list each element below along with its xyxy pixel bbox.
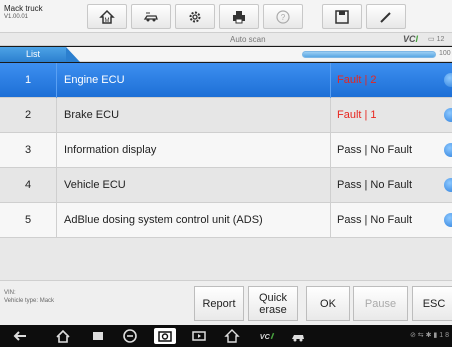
quick-erase-button[interactable]: Quick erase xyxy=(248,286,298,321)
vci-indicator: VCI xyxy=(403,34,418,44)
tab-list[interactable]: List xyxy=(0,47,66,62)
table-row[interactable]: 1 Engine ECU Fault | 2 xyxy=(0,63,452,98)
home-nav-button[interactable] xyxy=(55,328,71,344)
ok-button[interactable]: OK xyxy=(306,286,350,321)
recent-apps-button[interactable] xyxy=(90,328,106,344)
row-select-dot[interactable] xyxy=(444,143,452,157)
vehicle-swap-button[interactable] xyxy=(131,4,171,29)
back-button[interactable] xyxy=(12,328,28,344)
settings-button[interactable] xyxy=(175,4,215,29)
vci-nav-button[interactable]: VC xyxy=(256,328,278,344)
scan-mode-label: Auto scan xyxy=(230,35,266,44)
action-bar: VIN: Vehicle type: Mack Report Quick era… xyxy=(0,280,452,325)
edit-button[interactable] xyxy=(366,4,406,29)
row-ecu-name: AdBlue dosing system control unit (ADS) xyxy=(64,214,263,226)
vci-icon: VC xyxy=(260,332,275,341)
vehicle-swap-icon xyxy=(143,12,158,21)
table-row[interactable]: 5 AdBlue dosing system control unit (ADS… xyxy=(0,203,452,238)
browser-icon xyxy=(123,329,137,343)
save-icon xyxy=(335,9,349,24)
system-nav-bar: VC ⊘ ⇆ ✱ ▮ 1 8 xyxy=(0,325,452,347)
vehicle-nav-button[interactable] xyxy=(290,328,306,344)
row-number: 1 xyxy=(0,63,57,98)
svg-text:M: M xyxy=(105,18,110,24)
row-status: Pass | No Fault xyxy=(330,168,450,203)
table-row[interactable]: 3 Information display Pass | No Fault xyxy=(0,133,452,168)
system-status-icons: ⊘ ⇆ ✱ ▮ 1 8 xyxy=(410,332,449,339)
row-ecu-name: Engine ECU xyxy=(64,74,125,86)
scan-progress-label: 100 xyxy=(439,50,451,57)
svg-text:?: ? xyxy=(281,13,286,22)
row-ecu-name: Vehicle ECU xyxy=(64,179,126,191)
pause-button[interactable]: Pause xyxy=(353,286,408,321)
edit-pen-icon xyxy=(380,11,391,23)
table-empty-area xyxy=(0,238,452,280)
help-icon: ? xyxy=(276,9,290,24)
car-icon xyxy=(292,335,304,342)
vehicle-type-label: Vehicle type: Mack xyxy=(4,298,55,304)
row-number: 4 xyxy=(0,168,57,203)
home-button[interactable]: M xyxy=(87,4,127,29)
row-status: Fault | 2 xyxy=(330,63,450,98)
back-arrow-icon xyxy=(13,331,26,341)
ecu-list-table: 1 Engine ECU Fault | 2 2 Brake ECU Fault… xyxy=(0,63,452,280)
esc-button[interactable]: ESC xyxy=(412,286,452,321)
row-select-dot[interactable] xyxy=(444,108,452,122)
home-icon: M xyxy=(99,9,115,24)
app-version: V1.00.01 xyxy=(4,14,29,20)
report-button[interactable]: Report xyxy=(194,286,244,321)
house-icon xyxy=(56,329,70,343)
camera-button[interactable] xyxy=(154,328,176,344)
recent-apps-icon xyxy=(93,332,103,340)
row-status: Fault | 1 xyxy=(330,98,450,133)
vehicle-info: VIN: Vehicle type: Mack xyxy=(4,289,54,305)
row-status: Pass | No Fault xyxy=(330,203,450,238)
vin-label: VIN: xyxy=(4,290,16,296)
save-button[interactable] xyxy=(322,4,362,29)
table-row[interactable]: 2 Brake ECU Fault | 1 xyxy=(0,98,452,133)
row-number: 3 xyxy=(0,133,57,168)
help-button[interactable]: ? xyxy=(263,4,303,29)
quick-erase-label-line2: erase xyxy=(259,303,287,316)
video-icon xyxy=(192,331,206,341)
top-toolbar: Mack truck V1.00.01 M ? xyxy=(0,0,452,33)
row-status: Pass | No Fault xyxy=(330,133,450,168)
row-select-dot[interactable] xyxy=(444,213,452,227)
app-home-icon xyxy=(224,329,240,343)
row-number: 5 xyxy=(0,203,57,238)
battery-value: 12 xyxy=(436,36,445,43)
quick-erase-label-line1: Quick xyxy=(258,291,288,304)
screen-record-button[interactable] xyxy=(191,328,207,344)
battery-indicator: ▭ 12 xyxy=(428,36,445,43)
row-select-dot[interactable] xyxy=(444,178,452,192)
vci-text: VC xyxy=(403,34,416,44)
row-ecu-name: Brake ECU xyxy=(64,109,120,121)
scan-progress-bar xyxy=(302,51,436,58)
vci-suffix: I xyxy=(415,34,419,44)
app-home-button[interactable] xyxy=(224,328,240,344)
settings-gear-icon xyxy=(189,11,201,22)
svg-text:VC: VC xyxy=(260,332,271,341)
print-icon xyxy=(233,10,245,23)
tab-row: List 100 xyxy=(0,47,452,62)
vehicle-name: Mack truck xyxy=(4,4,43,13)
camera-icon xyxy=(158,331,172,342)
print-button[interactable] xyxy=(219,4,259,29)
browser-button[interactable] xyxy=(122,328,138,344)
row-select-dot[interactable] xyxy=(444,73,452,87)
row-number: 2 xyxy=(0,98,57,133)
row-ecu-name: Information display xyxy=(64,144,157,156)
status-strip: Auto scan VCI ▭ 12 xyxy=(0,33,452,46)
app-title: Mack truck V1.00.01 xyxy=(4,4,43,22)
table-row[interactable]: 4 Vehicle ECU Pass | No Fault xyxy=(0,168,452,203)
tab-notch xyxy=(66,47,80,62)
